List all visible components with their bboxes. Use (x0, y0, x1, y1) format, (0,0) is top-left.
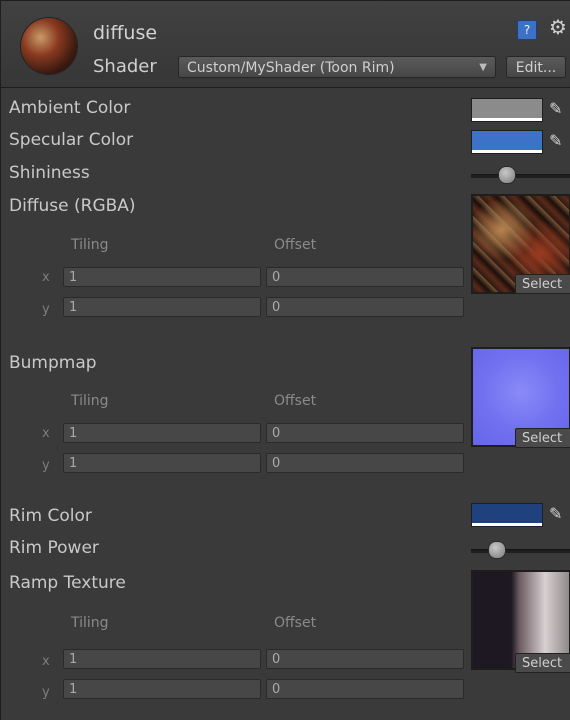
ramp-tiling-x-field[interactable]: 1 (63, 649, 261, 669)
ambient-color-label: Ambient Color (9, 98, 131, 118)
bumpmap-offset-x-field[interactable]: 0 (266, 423, 464, 443)
x-axis-label: x (42, 270, 50, 285)
x-axis-label: x (42, 654, 50, 669)
y-axis-label: y (42, 458, 50, 473)
y-axis-label: y (42, 685, 50, 700)
tiling-label: Tiling (71, 615, 109, 631)
diffuse-tiling-x-field[interactable]: 1 (63, 267, 261, 287)
material-name: diffuse (93, 22, 158, 44)
diffuse-tiling-y-field[interactable]: 1 (63, 297, 261, 317)
rim-power-label: Rim Power (9, 538, 99, 558)
diffuse-offset-y-field[interactable]: 0 (266, 297, 464, 317)
material-preview-icon (21, 18, 77, 74)
ramp-texture-label: Ramp Texture (9, 573, 126, 593)
alpha-bar (472, 150, 542, 153)
material-header: diffuse Shader Custom/MyShader (Toon Rim… (1, 1, 570, 88)
chevron-down-icon: ▼ (479, 62, 487, 73)
material-inspector: diffuse Shader Custom/MyShader (Toon Rim… (0, 0, 570, 720)
bumpmap-tiling-x-field[interactable]: 1 (63, 423, 261, 443)
color-picker-icon[interactable]: ✎ (549, 504, 562, 523)
shader-dropdown[interactable]: Custom/MyShader (Toon Rim) ▼ (178, 56, 496, 78)
offset-label: Offset (274, 615, 317, 631)
shininess-label: Shininess (9, 163, 90, 183)
ramp-tiling-y-field[interactable]: 1 (63, 679, 261, 699)
specular-color-swatch[interactable] (471, 130, 543, 154)
offset-label: Offset (274, 393, 317, 409)
diffuse-texture-label: Diffuse (RGBA) (9, 196, 136, 216)
bumpmap-offset-y-field[interactable]: 0 (266, 453, 464, 473)
diffuse-select-button[interactable]: Select (515, 274, 570, 294)
rim-color-label: Rim Color (9, 506, 92, 526)
bumpmap-select-button[interactable]: Select (515, 428, 570, 448)
rim-power-slider-thumb[interactable] (488, 541, 506, 559)
bumpmap-tiling-y-field[interactable]: 1 (63, 453, 261, 473)
y-axis-label: y (42, 302, 50, 317)
bumpmap-label: Bumpmap (9, 353, 97, 373)
alpha-bar (472, 118, 542, 121)
color-picker-icon[interactable]: ✎ (549, 99, 562, 118)
rim-color-swatch[interactable] (471, 503, 543, 527)
color-picker-icon[interactable]: ✎ (549, 131, 562, 150)
shininess-slider-thumb[interactable] (498, 166, 516, 184)
x-axis-label: x (42, 426, 50, 441)
help-icon[interactable]: ? (517, 20, 537, 40)
shader-label: Shader (93, 56, 157, 77)
tiling-label: Tiling (71, 393, 109, 409)
shader-dropdown-value: Custom/MyShader (Toon Rim) (187, 60, 395, 76)
diffuse-offset-x-field[interactable]: 0 (266, 267, 464, 287)
ramp-select-button[interactable]: Select (515, 653, 570, 673)
rim-power-slider-track[interactable] (471, 549, 570, 553)
edit-shader-button[interactable]: Edit... (506, 56, 566, 78)
specular-color-label: Specular Color (9, 130, 134, 150)
alpha-bar (472, 523, 542, 526)
gear-icon[interactable]: ⚙ (549, 15, 567, 39)
ramp-offset-x-field[interactable]: 0 (266, 649, 464, 669)
ramp-offset-y-field[interactable]: 0 (266, 679, 464, 699)
tiling-label: Tiling (71, 237, 109, 253)
ambient-color-swatch[interactable] (471, 98, 543, 122)
shininess-slider-track[interactable] (471, 174, 570, 178)
offset-label: Offset (274, 237, 317, 253)
